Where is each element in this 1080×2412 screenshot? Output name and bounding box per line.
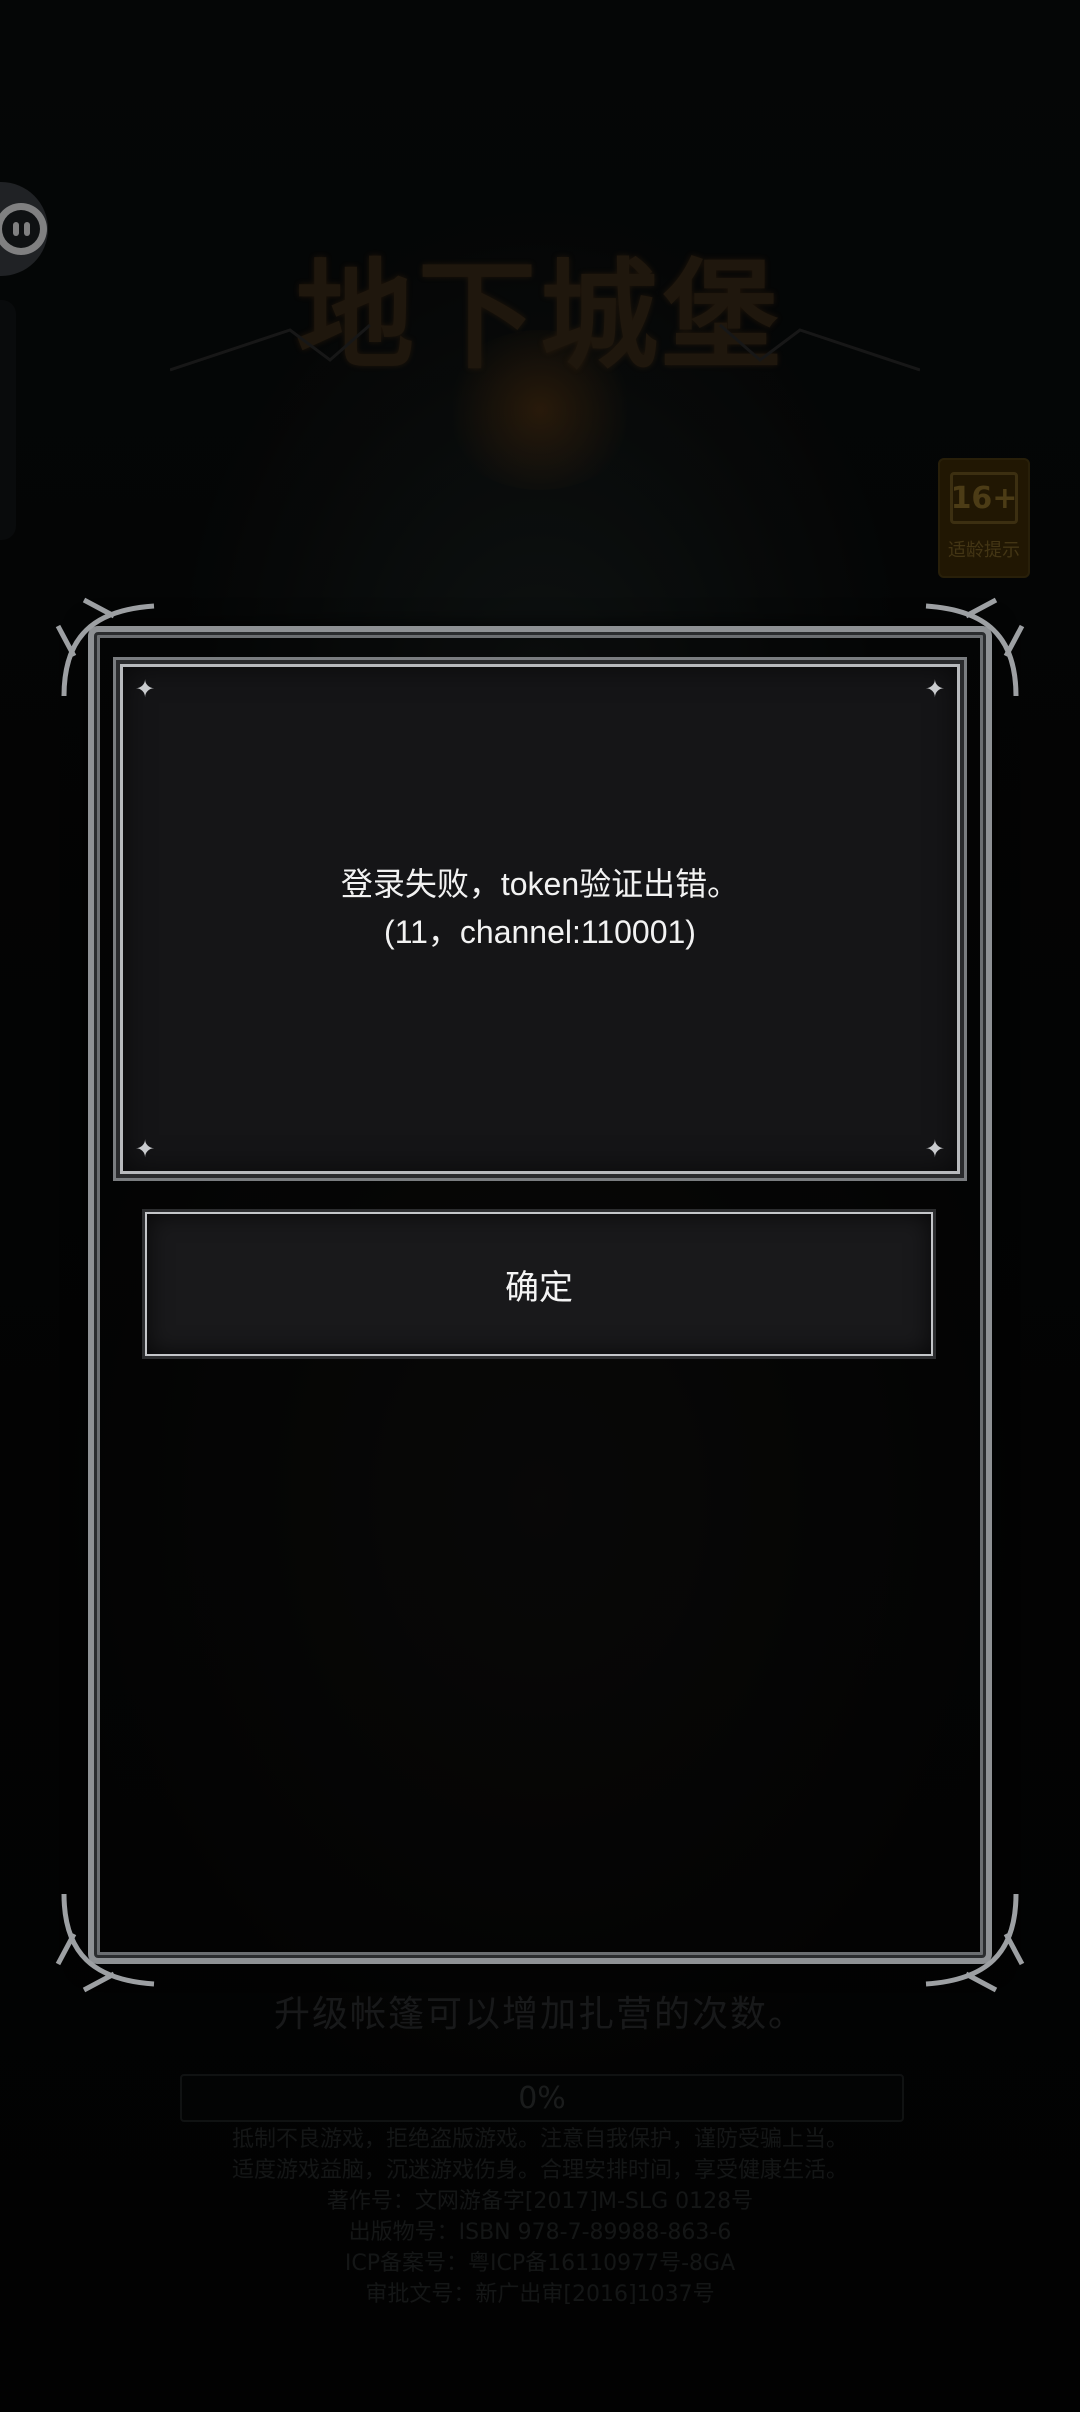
error-message-line-1: 登录失败，token验证出错。: [340, 866, 740, 902]
confirm-button-label: 确定: [505, 1267, 573, 1308]
ornament-icon: [925, 1893, 1025, 1993]
ornament-icon: [55, 1893, 155, 1993]
sparkle-icon: ✦: [924, 1135, 945, 1163]
sparkle-icon: ✦: [135, 1135, 156, 1163]
game-loading-screen: 地下城堡 16+ 适龄提示 升级帐篷可以增加扎营的次数。 0% 抵制不良游戏，拒…: [0, 0, 1080, 2412]
error-message-line-2: (11，channel:110001): [384, 914, 696, 950]
error-message: 登录失败，token验证出错。 (11，channel:110001): [0, 860, 1080, 956]
confirm-button[interactable]: 确定: [145, 1212, 933, 1356]
sparkle-icon: ✦: [924, 675, 945, 703]
sparkle-icon: ✦: [135, 675, 156, 703]
